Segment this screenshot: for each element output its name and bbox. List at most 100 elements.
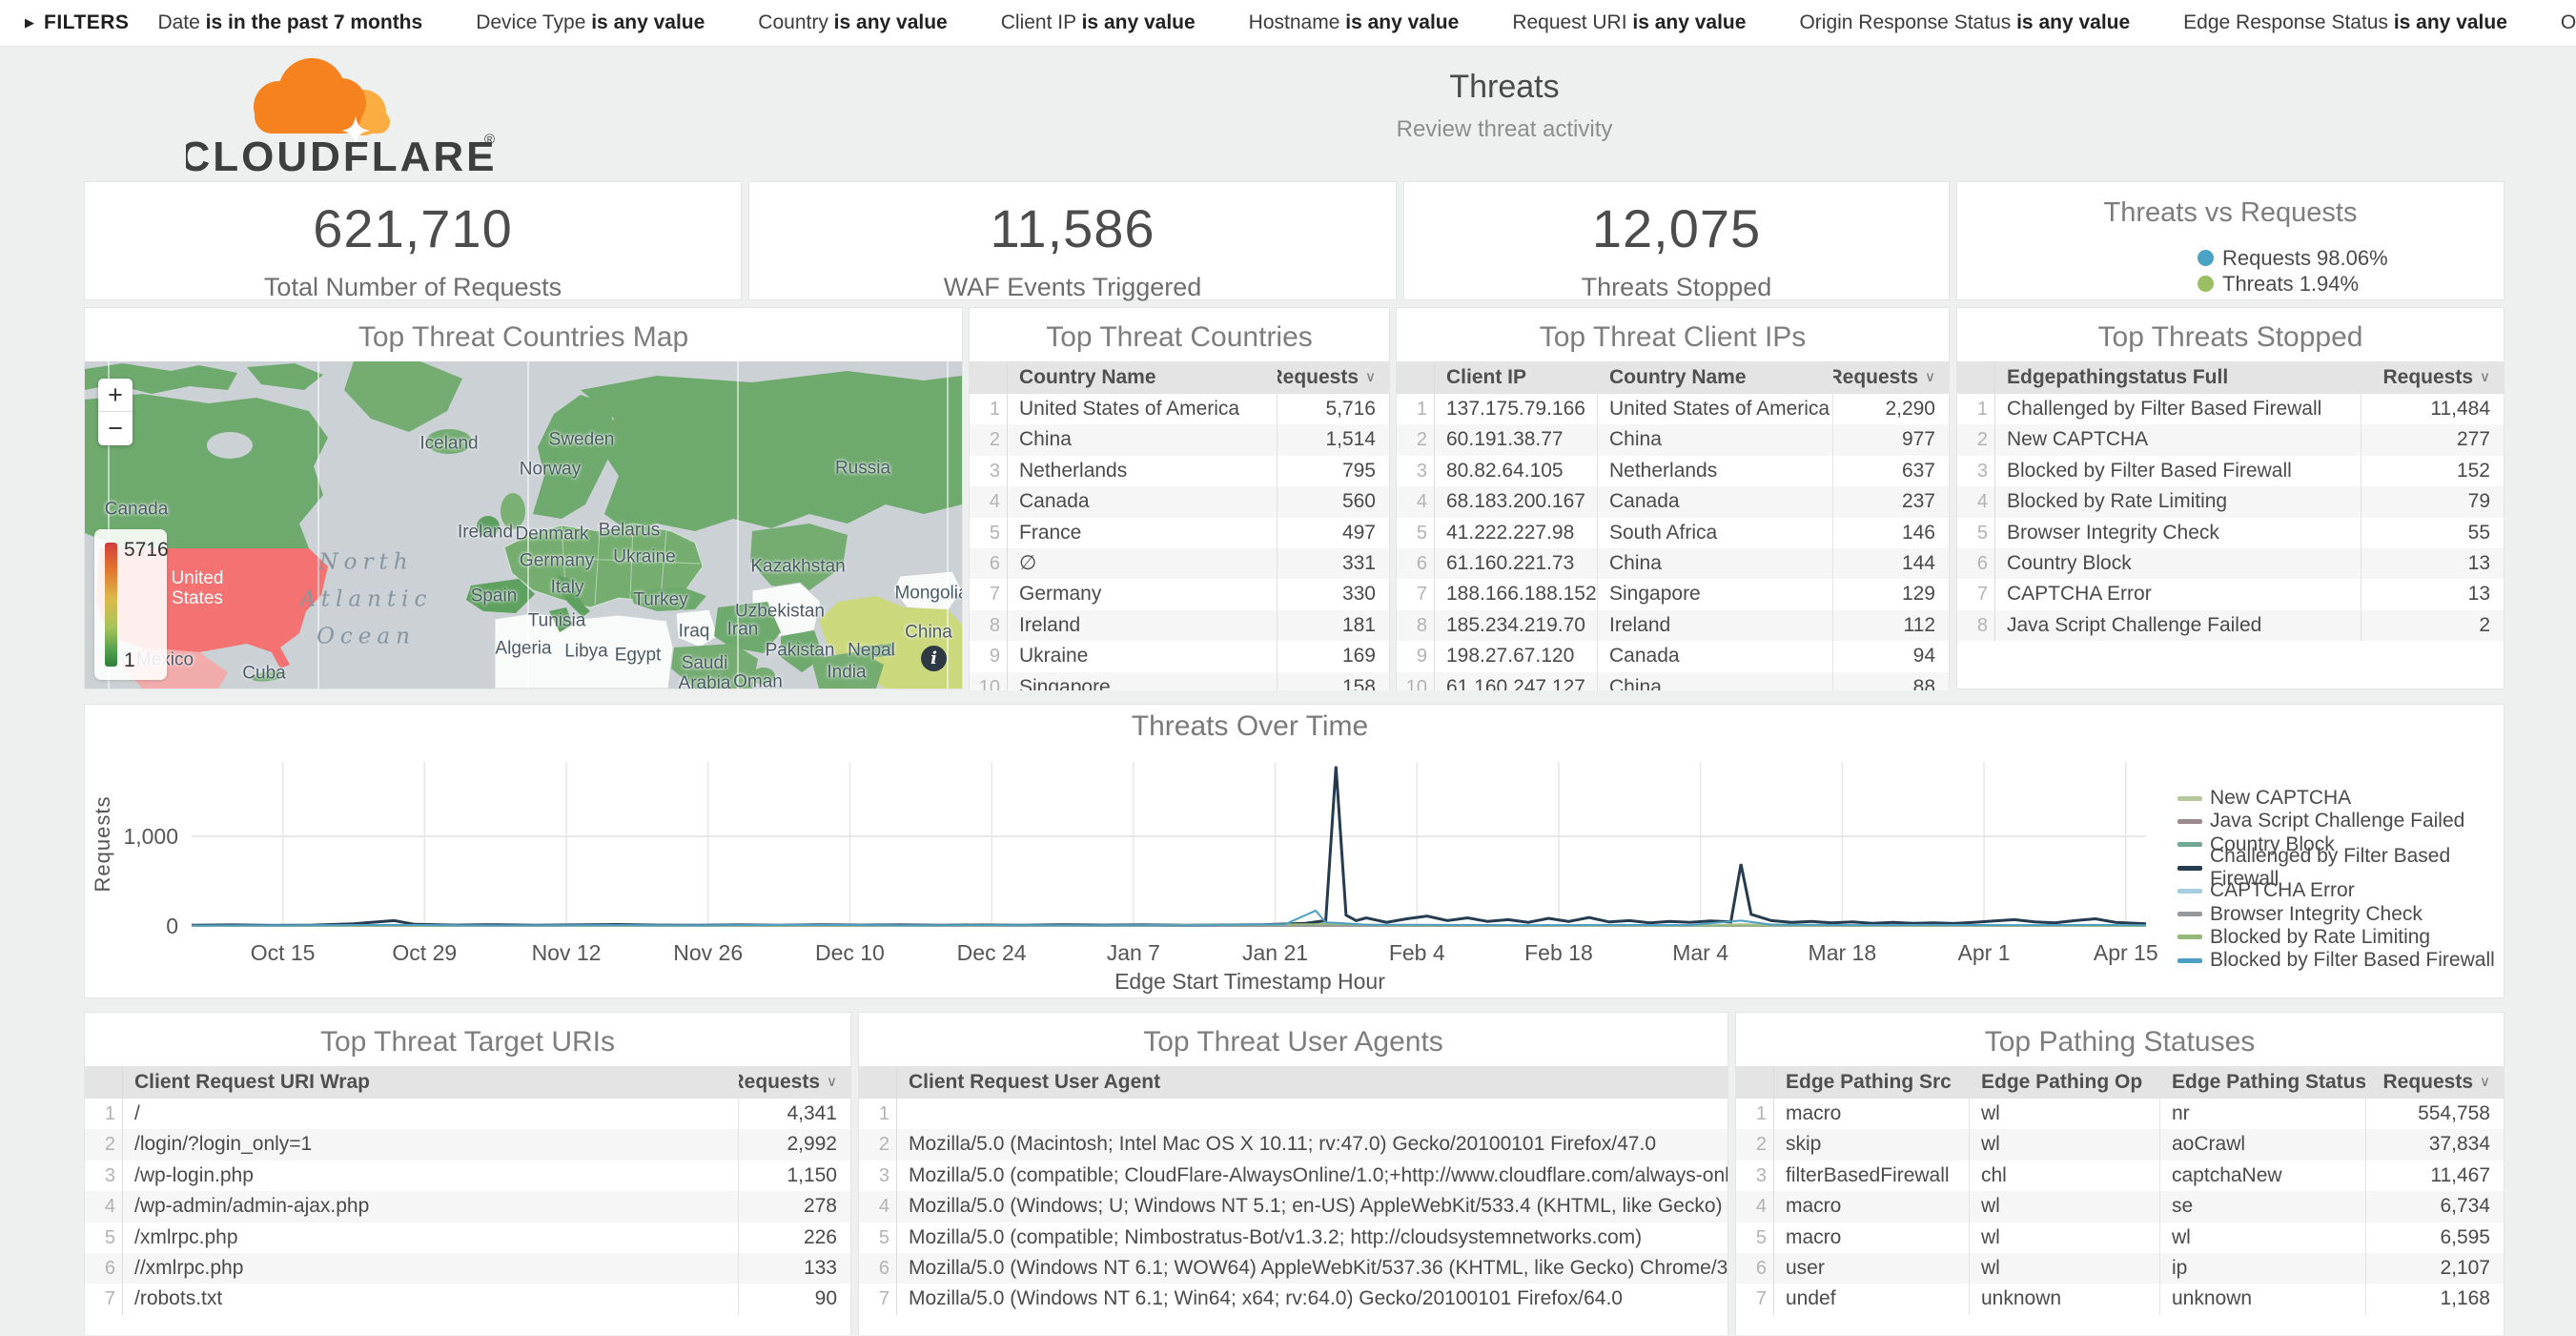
table-row[interactable]: 661.160.221.73China144 [1397,548,1949,579]
chart-legend-item[interactable]: Challenged by Filter Based Firewall [2177,856,2504,879]
filter-item-date[interactable]: Date is in the past 7 months [157,11,422,34]
table-row[interactable]: 5Browser Integrity Check55 [1957,518,2504,548]
filter-item-device-type[interactable]: Device Type is any value [476,11,705,34]
table-row[interactable]: 2/login/?login_only=12,992 [85,1129,850,1160]
countries-table[interactable]: Country NameRequests∨1United States of A… [970,361,1389,690]
svg-text:®: ® [484,132,495,148]
table-row[interactable]: 8Java Script Challenge Failed2 [1957,610,2504,641]
table-row[interactable]: 8Ireland181 [970,610,1389,641]
table-row[interactable]: 5macrowlwl6,595 [1736,1223,2504,1253]
legend-item[interactable]: Requests 98.06% [2198,245,2388,271]
filter-item-hostname[interactable]: Hostname is any value [1249,11,1460,34]
table-row[interactable]: 3Mozilla/5.0 (compatible; CloudFlare-Alw… [859,1161,1728,1191]
table-row[interactable]: 5Mozilla/5.0 (compatible; Nimbostratus-B… [859,1223,1728,1253]
zoom-out-button[interactable]: − [98,412,133,445]
table-row[interactable]: 1137.175.79.166United States of America2… [1397,394,1949,424]
cell: /login/?login_only=1 [123,1129,738,1160]
table-row[interactable]: 4macrowlse6,734 [1736,1191,2504,1222]
client-ips-table[interactable]: Client IPCountry NameRequests∨1137.175.7… [1397,361,1949,690]
table-row[interactable]: 4Mozilla/5.0 (Windows; U; Windows NT 5.1… [859,1191,1728,1222]
table-row[interactable]: 1macrowlnr554,758 [1736,1099,2504,1129]
filter-item-client-ip[interactable]: Client IP is any value [1001,11,1196,34]
column-header[interactable]: Requests∨ [2365,1066,2504,1099]
table-row[interactable]: 380.82.64.105Netherlands637 [1397,456,1949,486]
legend-line-icon [2177,958,2202,963]
table-row[interactable]: 7Germany330 [970,579,1389,609]
table-row[interactable]: 2New CAPTCHA277 [1957,424,2504,455]
table-row[interactable]: 260.191.38.77China977 [1397,424,1949,455]
row-number: 8 [970,610,1008,641]
pathing-statuses-table[interactable]: Edge Pathing SrcEdge Pathing OpEdge Path… [1736,1066,2504,1336]
table-row[interactable]: 9Ukraine169 [970,641,1389,671]
table-row[interactable]: 6Country Block13 [1957,548,2504,579]
table-row[interactable]: 5France497 [970,518,1389,548]
table-row[interactable]: 2skipwlaoCrawl37,834 [1736,1129,2504,1160]
cell: skip [1774,1129,1969,1160]
column-header[interactable]: Requests∨ [1832,361,1949,394]
column-header[interactable]: Requests∨ [2361,361,2504,394]
table-row[interactable]: 468.183.200.167Canada237 [1397,486,1949,517]
column-header[interactable]: Requests∨ [738,1066,850,1099]
cell: /xmlrpc.php [123,1223,738,1253]
table-row[interactable]: 3filterBasedFirewallchlcaptchaNew11,467 [1736,1161,2504,1191]
filter-item-country[interactable]: Country is any value [758,11,947,34]
filters-toggle[interactable]: ▶ FILTERS [0,11,157,34]
filter-item-origin-response-status[interactable]: Origin Response Status is any value [1799,11,2130,34]
filter-item-origin-ip[interactable]: Origin IP is any value [2561,11,2576,34]
table-row[interactable]: 2China1,514 [970,424,1389,455]
row-number: 1 [85,1099,123,1129]
column-header[interactable]: Requests∨ [1277,361,1389,394]
info-icon[interactable]: i [921,646,947,671]
cell: 2 [2361,610,2504,641]
table-row[interactable]: 7/robots.txt90 [85,1284,850,1314]
cell: Netherlands [1597,456,1832,486]
map-canvas[interactable]: CanadaUnitedStatesMexicoCubaIcelandIrela… [85,361,962,689]
table-row[interactable]: 1 [859,1099,1728,1129]
table-row[interactable]: 4Blocked by Rate Limiting79 [1957,486,2504,517]
table-row[interactable]: 6userwlip2,107 [1736,1253,2504,1284]
table-row[interactable]: 3Netherlands795 [970,456,1389,486]
chart-legend-item[interactable]: Blocked by Filter Based Firewall [2177,949,2504,972]
chart-legend-item[interactable]: Java Script Challenge Failed [2177,810,2504,832]
table-row[interactable]: 7Mozilla/5.0 (Windows NT 6.1; Win64; x64… [859,1284,1728,1314]
table-row[interactable]: 5/xmlrpc.php226 [85,1223,850,1253]
table-row[interactable]: 7undefunknownunknown1,168 [1736,1284,2504,1314]
table-row[interactable]: 2Mozilla/5.0 (Macintosh; Intel Mac OS X … [859,1129,1728,1160]
table-row[interactable]: 541.222.227.98South Africa146 [1397,518,1949,548]
table-row[interactable]: 1061.160.247.127China88 [1397,672,1949,690]
cell: Canada [1597,486,1832,517]
table-row[interactable]: 10Singapore158 [970,672,1389,690]
table-row[interactable]: 6//xmlrpc.php133 [85,1253,850,1284]
table-row[interactable]: 4/wp-admin/admin-ajax.php278 [85,1191,850,1222]
table-row[interactable]: 3/wp-login.php1,150 [85,1161,850,1191]
table-row[interactable]: 3Blocked by Filter Based Firewall152 [1957,456,2504,486]
zoom-in-button[interactable]: + [98,379,133,412]
table-row[interactable]: 1United States of America5,716 [970,394,1389,424]
table-row[interactable]: 9198.27.67.120Canada94 [1397,641,1949,671]
filter-item-edge-response-status[interactable]: Edge Response Status is any value [2183,11,2507,34]
row-number: 2 [859,1129,897,1160]
legend-item[interactable]: Threats 1.94% [2198,271,2388,297]
svg-text:CLOUDFLARE: CLOUDFLARE [186,134,498,180]
threats-over-time-chart[interactable]: Threats Over TimeOct 15Oct 29Nov 12Nov 2… [85,705,2504,997]
chart-legend-item[interactable]: Browser Integrity Check [2177,902,2504,925]
cell: 13 [2361,579,2504,609]
table-row[interactable]: 6Mozilla/5.0 (Windows NT 6.1; WOW64) App… [859,1253,1728,1284]
table-row[interactable]: 8185.234.219.70Ireland112 [1397,610,1949,641]
panel-title: Top Threat Client IPs [1397,308,1949,361]
table-header-row: Edge Pathing SrcEdge Pathing OpEdge Path… [1736,1066,2504,1099]
target-uris-table[interactable]: Client Request URI WrapRequests∨1/4,3412… [85,1066,850,1336]
cell: 198.27.67.120 [1435,641,1597,671]
row-number: 3 [1397,456,1435,486]
table-row[interactable]: 7188.166.188.152Singapore129 [1397,579,1949,609]
user-agents-table[interactable]: Client Request User Agent12Mozilla/5.0 (… [859,1066,1728,1336]
table-row[interactable]: 1Challenged by Filter Based Firewall11,4… [1957,394,2504,424]
table-row[interactable]: 1/4,341 [85,1099,850,1129]
table-row[interactable]: 7CAPTCHA Error13 [1957,579,2504,609]
chart-legend-item[interactable]: New CAPTCHA [2177,787,2504,810]
table-row[interactable]: 6∅331 [970,548,1389,579]
filter-item-request-uri[interactable]: Request URI is any value [1512,11,1746,34]
threats-stopped-table[interactable]: Edgepathingstatus FullRequests∨1Challeng… [1957,361,2504,690]
chart-legend-item[interactable]: Blocked by Rate Limiting [2177,926,2504,949]
table-row[interactable]: 4Canada560 [970,486,1389,517]
